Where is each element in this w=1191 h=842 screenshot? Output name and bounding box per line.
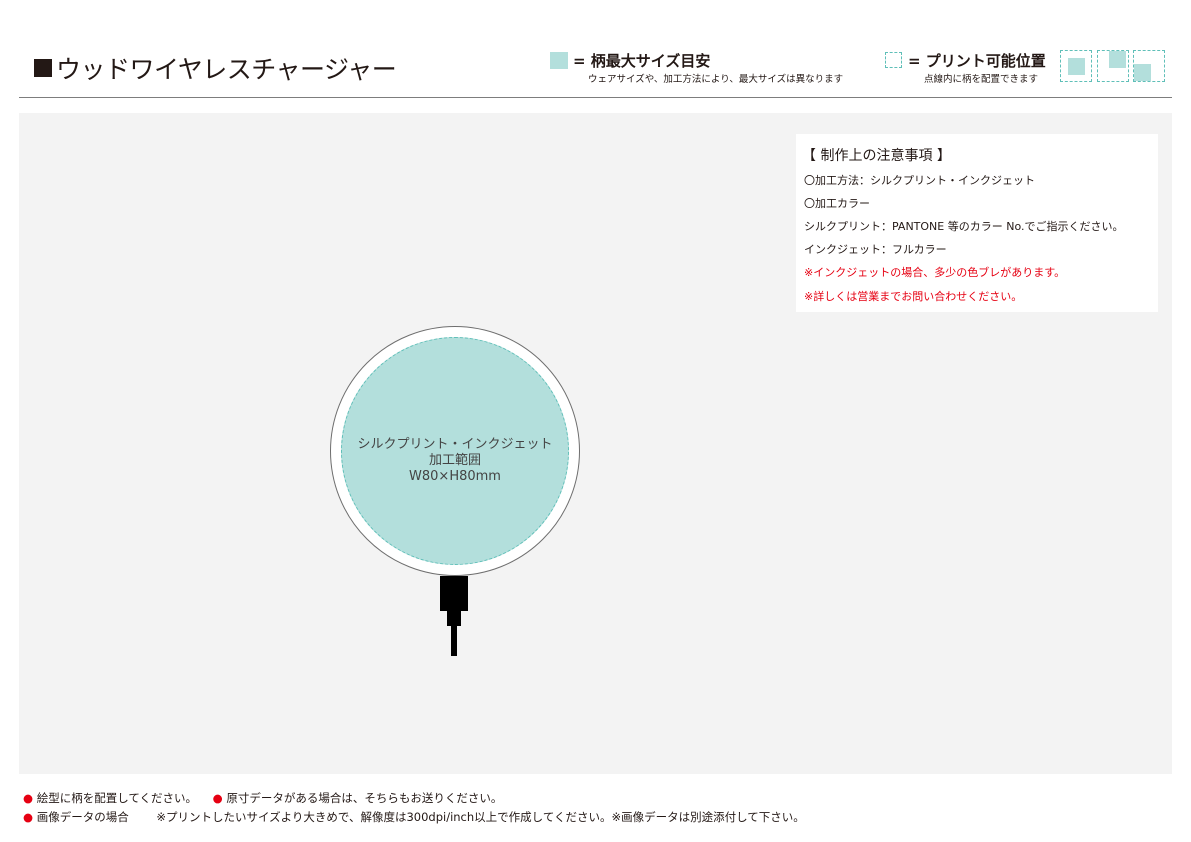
usb-plug-neck: [447, 611, 461, 626]
notes-line: 〇加工方法：シルクプリント・インクジェット: [804, 174, 1035, 187]
notes-title: 【 制作上の注意事項 】: [802, 148, 951, 164]
production-notes-panel: 【 制作上の注意事項 】 〇加工方法：シルクプリント・インクジェット 〇加工カラ…: [796, 134, 1158, 312]
notes-line: シルクプリント：PANTONE 等のカラー No.でご指示ください。: [804, 220, 1124, 233]
print-position-swatch-icon: [885, 52, 902, 68]
max-size-swatch-icon: [550, 52, 568, 69]
charger-cable: [451, 626, 457, 656]
footer-line-1: ● 絵型に柄を配置してください。 ● 原寸データがある場合は、そちらもお送りくだ…: [23, 790, 502, 806]
bullet-icon: ●: [23, 810, 34, 824]
page-title: ウッドワイヤレスチャージャー: [34, 50, 397, 86]
print-area-text: シルクプリント・インクジェット 加工範囲 W80×H80mm: [342, 437, 568, 485]
notes-warning: ※詳しくは営業までお問い合わせください。: [804, 290, 1023, 303]
placement-fill: [1134, 64, 1151, 81]
bullet-icon: ●: [212, 791, 223, 805]
legend-print-position-note: 点線内に柄を配置できます: [924, 74, 1039, 85]
notes-line: 〇加工カラー: [804, 197, 870, 210]
bullet-icon: ●: [23, 791, 34, 805]
footer-instruction: 原寸データがある場合は、そちらもお送りください。: [226, 791, 503, 805]
footer-instruction: 画像データの場合: [36, 810, 129, 824]
placement-example-icon: [1060, 50, 1092, 82]
legend-print-position-heading: = プリント可能位置: [908, 52, 1046, 70]
footer-instruction: ※プリントしたいサイズより大きめで、解像度は300dpi/inch以上で作成して…: [156, 810, 805, 824]
print-area-circle: シルクプリント・インクジェット 加工範囲 W80×H80mm: [341, 337, 569, 565]
notes-warning: ※インクジェットの場合、多少の色ブレがあります。: [804, 266, 1066, 279]
legend-max-size-heading: = 柄最大サイズ目安: [573, 52, 711, 70]
header-divider: [19, 97, 1172, 98]
placement-fill: [1068, 58, 1085, 75]
title-square-icon: [34, 59, 52, 77]
placement-fill: [1109, 51, 1126, 68]
print-area-method: シルクプリント・インクジェット: [357, 437, 553, 452]
print-area-label: 加工範囲: [428, 453, 481, 468]
product-name: ウッドワイヤレスチャージャー: [56, 55, 397, 84]
notes-line: インクジェット：フルカラー: [804, 243, 947, 256]
placement-example-icon: [1133, 50, 1165, 82]
footer-line-2: ● 画像データの場合 ※プリントしたいサイズより大きめで、解像度は300dpi/…: [23, 809, 805, 825]
usb-plug: [440, 576, 468, 611]
footer-instruction: 絵型に柄を配置してください。: [36, 791, 198, 805]
legend-max-size-note: ウェアサイズや、加工方法により、最大サイズは異なります: [588, 74, 844, 85]
placement-example-icon: [1097, 50, 1129, 82]
print-area-size: W80×H80mm: [409, 469, 501, 484]
